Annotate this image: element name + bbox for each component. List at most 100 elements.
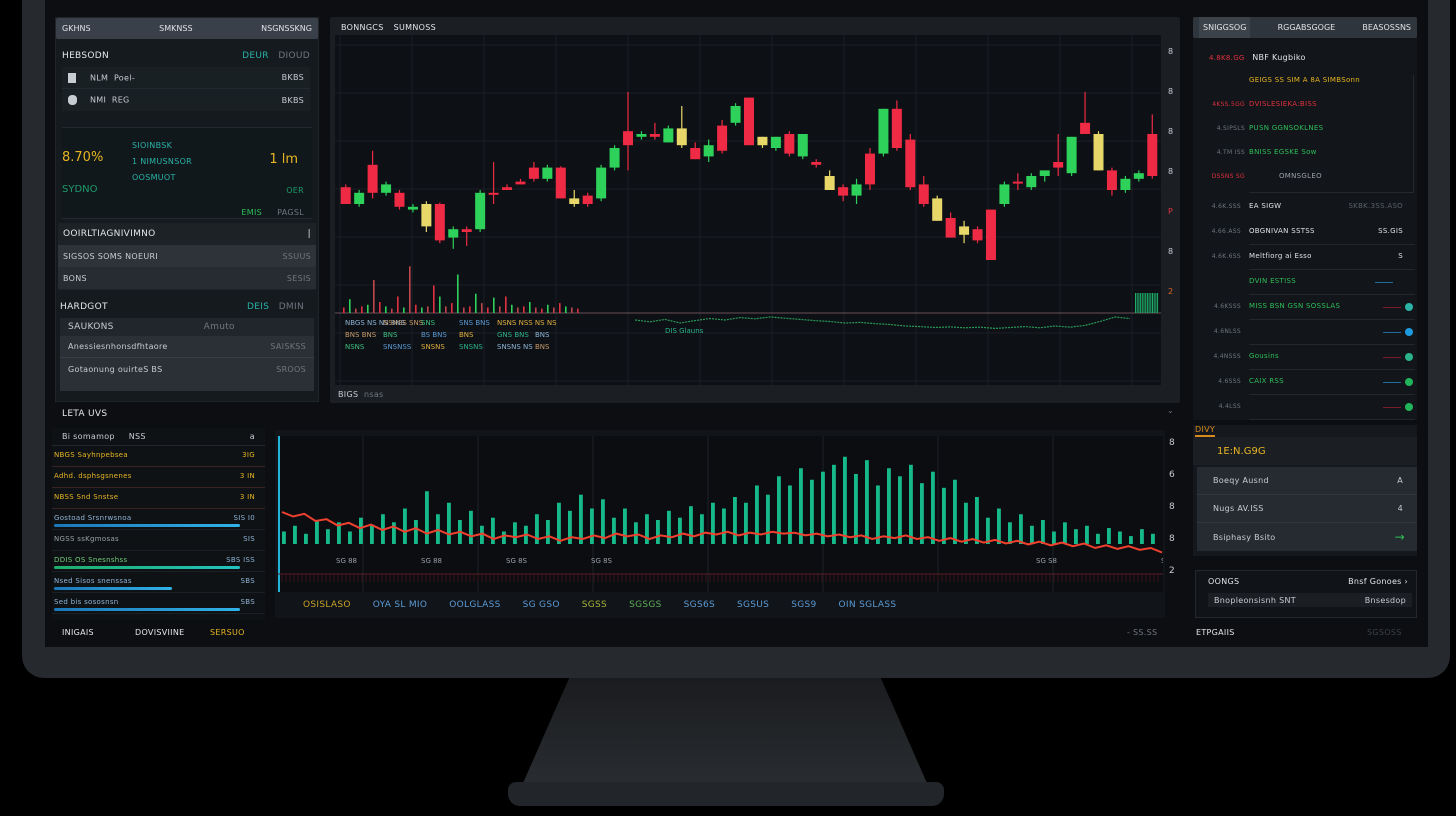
watchlist-row[interactable]: NGSS ssKgmosas SIS — [52, 530, 265, 551]
volume-bar — [469, 306, 471, 313]
table-row[interactable]: Gotaonung ouirteS BS SROOS — [60, 358, 314, 380]
watchlist-row[interactable]: Gostoad Srsnrwsnoa SIS I0 — [52, 509, 265, 530]
volume-bar — [541, 308, 543, 313]
info-link[interactable]: Bnsf Gonoes › — [1348, 577, 1408, 586]
bar — [755, 485, 759, 544]
cell: SAISKSS — [270, 342, 306, 351]
right-tab[interactable]: RGGABSGOGE — [1278, 23, 1336, 32]
order-row[interactable]: Boeqy Ausnd A — [1197, 467, 1417, 495]
legend-text: BNS — [535, 331, 550, 339]
left-tab[interactable]: SMKNSS — [159, 24, 192, 33]
chevron-down-icon[interactable]: ⌄ — [1167, 406, 1174, 415]
volume-bar — [1145, 293, 1147, 313]
section-2: OOIRLTIAGNIVIMNO | SIGSOS SOMS NOEURI SSUU… — [58, 223, 316, 290]
left-tab[interactable]: NSGNSSKNG — [261, 24, 312, 33]
legend-item[interactable]: SG GSO — [523, 600, 560, 610]
list-item[interactable]: NLM Poel- BKBS — [62, 67, 310, 89]
legend-item[interactable]: OSISLASO — [303, 600, 351, 610]
list-item[interactable]: BONS SESIS — [58, 267, 316, 289]
left-tab[interactable]: GKHNS — [62, 24, 91, 33]
legend-item[interactable]: SGS9 — [791, 600, 816, 610]
bar — [447, 502, 451, 544]
price-axis: 8 8 8 8 P 8 2 — [1168, 47, 1178, 296]
bar — [656, 520, 660, 544]
table: SAUKONS Amuto Anessiesnhonsdfhtaore SAISKS… — [60, 318, 314, 391]
chart-tab[interactable]: SUMNOSS — [394, 23, 436, 32]
volume-bar — [421, 307, 423, 313]
bar — [986, 517, 990, 544]
watchlist-row[interactable]: NBGS Sayhnpebsea 3IG — [52, 446, 265, 467]
volume-bar — [1135, 293, 1136, 313]
footer-item[interactable]: SERSUO — [210, 628, 245, 637]
candle — [569, 198, 580, 204]
legend-item[interactable]: OYA SL MIO — [373, 600, 428, 610]
bar — [370, 525, 374, 544]
right-row[interactable]: 4.6KSSS MISS BSN GSN SOSSLAS — [1214, 295, 1415, 320]
legend-item[interactable]: SGSUS — [737, 600, 769, 610]
legend-item[interactable]: SGSGS — [629, 600, 662, 610]
status-dot-icon — [1405, 378, 1413, 386]
row-label: CAIX RSS — [1249, 377, 1284, 385]
list-item[interactable]: SIGSOS SOMS NOEURI SSUUS — [58, 245, 316, 267]
chart-tab[interactable]: BONNGCS — [341, 23, 384, 32]
list-item[interactable]: NMI REG BKBS — [62, 89, 310, 111]
item-label: SIGSOS SOMS NOEURI — [63, 251, 159, 261]
axis-tick-label: 8 — [1169, 502, 1176, 512]
legend-item[interactable]: SGSS — [582, 600, 607, 610]
candle — [1120, 178, 1131, 190]
right-row[interactable]: 4.6K.SSS EA SIGW SKBK.3SS.ASO — [1212, 195, 1415, 220]
column-header: NSS — [128, 432, 146, 441]
right-row[interactable]: 4.6NLSS — [1214, 320, 1415, 345]
table-row[interactable]: Anessiesnhonsdfhtaore SAISKSS — [60, 336, 314, 358]
footer-item[interactable]: INIGAIS — [62, 628, 94, 637]
candle — [528, 167, 539, 179]
legend-item[interactable]: OOLGLASS — [449, 600, 500, 610]
right-row[interactable]: DVIN ESTISS — [1249, 270, 1415, 295]
volume-bar — [487, 307, 489, 313]
watchlist-row[interactable]: Sed bis sososnsn SBS — [52, 593, 265, 614]
right-row[interactable]: 4.66.ASS OBGNIVAN SSTSS SS.GIS — [1212, 220, 1415, 245]
right-tab[interactable]: SNIGGSOG — [1199, 17, 1251, 38]
order-row[interactable]: Bsiphasy Bsito → — [1197, 523, 1417, 551]
footer-item[interactable]: ETPGAIIS — [1196, 628, 1235, 637]
bar — [546, 520, 550, 544]
candle — [475, 192, 486, 230]
legend-text: BNS — [535, 343, 550, 351]
watchlist-row[interactable]: Nsed Sisos snenssas SBS — [52, 572, 265, 593]
section-title: HEBSODN — [62, 51, 110, 61]
watchlist-row[interactable]: Adhd. dsphsgsnenes 3 IN — [52, 467, 265, 488]
legend-item[interactable]: OIN SGLASS — [839, 600, 897, 610]
candle — [811, 162, 822, 165]
watchlist-row[interactable]: DDIS OS Snesnshss SBS ISS — [52, 551, 265, 572]
info-title: OONGS — [1208, 577, 1240, 586]
footer-item[interactable]: DOVISVIINE — [135, 628, 184, 637]
arrow-right-icon[interactable]: → — [1395, 530, 1405, 544]
order-tab[interactable]: DIVY — [1195, 425, 1216, 437]
right-row[interactable]: 4.6K.6SS Meltfiorg ai Esso S — [1212, 245, 1415, 270]
volume-bar — [1157, 293, 1159, 313]
document-icon — [68, 72, 76, 83]
candlestick-chart[interactable]: NBGS NS NS 8NSNSNSS SNSSNS SNS BNS NSNS NS… — [335, 35, 1161, 385]
legend-item[interactable]: SGS6S — [684, 600, 715, 610]
bar-line-chart[interactable]: SG 88SG 88SG 8SSG 8SSG S8SG 8S1SS GS — [278, 436, 1163, 592]
bar — [1008, 522, 1012, 544]
candle — [797, 134, 808, 157]
summary-line: 1 NIMUSNSOR — [132, 157, 193, 166]
order-row-label: Boeqy Ausnd — [1213, 476, 1269, 485]
volume-bar — [379, 302, 381, 313]
sort-icon[interactable]: a — [250, 432, 255, 441]
right-row[interactable]: 4.4NSSS Gousins — [1213, 345, 1415, 370]
candle — [864, 153, 875, 185]
right-row[interactable]: 4.4LSS — [1219, 395, 1415, 420]
row-left-value: 4.6NLSS — [1213, 328, 1241, 335]
indicator-line — [1383, 307, 1401, 308]
right-row[interactable]: 4.6SSS CAIX RSS — [1218, 370, 1415, 395]
monitor-stand-base — [508, 782, 944, 806]
watchlist-value: 3 IN — [239, 493, 255, 501]
item-value: SESIS — [286, 273, 311, 283]
watchlist-row[interactable]: NBSS Snd Snstse 3 IN — [52, 488, 265, 509]
volume-bar — [1152, 293, 1153, 313]
order-row[interactable]: Nugs AV.ISS 4 — [1197, 495, 1417, 523]
volume-bar — [529, 302, 531, 313]
right-tab[interactable]: BEASOSSNS — [1362, 23, 1411, 32]
